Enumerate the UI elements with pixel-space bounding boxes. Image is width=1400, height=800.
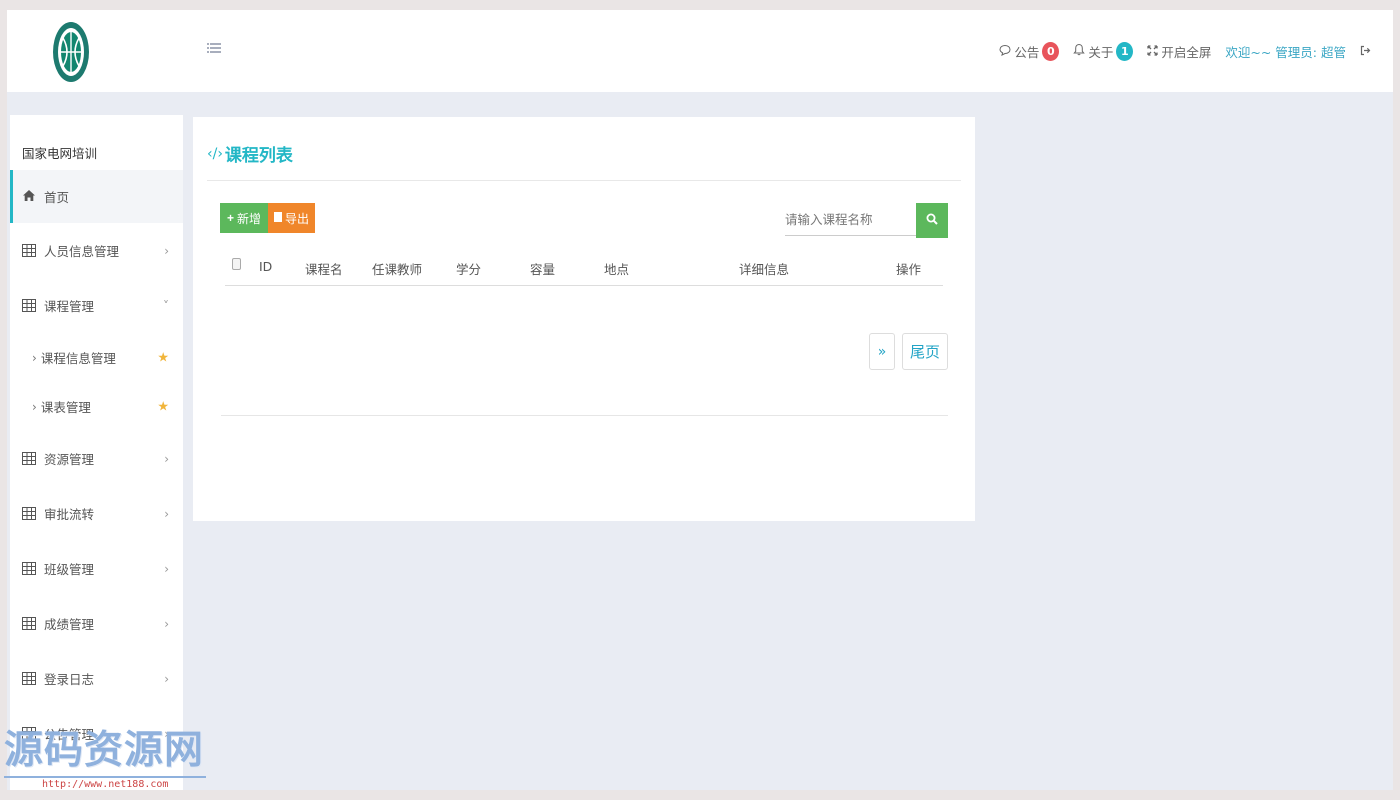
sidebar-item-label: 人员信息管理 <box>44 244 120 259</box>
sidebar-item-home[interactable]: 首页 <box>10 170 183 223</box>
header-actions: 公告 0 关于 1 开启全屏 欢迎~~ 管理员: 超管 <box>999 40 1371 62</box>
chevron-right-icon: › <box>164 561 169 576</box>
column-header[interactable]: 学分 <box>456 259 481 278</box>
star-icon: ★ <box>157 350 169 365</box>
grid-icon <box>22 672 36 685</box>
chevron-right-icon: › <box>164 451 169 466</box>
export-button[interactable]: 导出 <box>268 203 315 233</box>
document-icon <box>273 211 282 225</box>
sidebar-item-class[interactable]: 班级管理 › <box>10 541 183 596</box>
expand-icon <box>1147 44 1159 59</box>
bell-icon <box>1073 43 1086 59</box>
course-list-panel: ‹/› 课程列表 + 新增 导出 ID 课程名 任课教师 学分 容量 <box>193 117 975 521</box>
fullscreen-label: 开启全屏 <box>1161 44 1212 60</box>
column-header[interactable]: 地点 <box>604 259 629 278</box>
sidebar-item-personnel[interactable]: 人员信息管理 › <box>10 223 183 278</box>
about-link[interactable]: 关于 1 <box>1073 41 1134 61</box>
chevron-down-icon: ˅ <box>163 298 169 313</box>
sidebar-item-label: 课程信息管理 <box>40 351 116 366</box>
about-count-badge: 1 <box>1116 41 1134 61</box>
grid-icon <box>22 244 36 257</box>
sidebar-brand: 国家电网培训 <box>22 146 98 161</box>
watermark: 源码资源网 http://www.net188.com <box>4 728 206 790</box>
sidebar-item-label: 课程管理 <box>44 299 95 314</box>
last-page-button[interactable]: 尾页 <box>902 333 948 370</box>
chevron-right-icon: › <box>32 350 37 365</box>
user-welcome[interactable]: 欢迎~~ 管理员: 超管 <box>1225 42 1346 61</box>
add-button[interactable]: + 新增 <box>220 203 268 233</box>
add-button-label: 新增 <box>237 211 262 226</box>
watermark-text: 源码资源网 <box>4 728 205 773</box>
grid-icon <box>22 617 36 630</box>
app-frame: 公告 0 关于 1 开启全屏 欢迎~~ 管理员: 超管 国家电网培训 首页 人员… <box>7 10 1393 790</box>
table-header: ID 课程名 任课教师 学分 容量 地点 详细信息 操作 <box>225 250 943 286</box>
notice-count-badge: 0 <box>1042 41 1060 61</box>
grid-icon <box>22 562 36 575</box>
page-title-text: 课程列表 <box>224 146 293 166</box>
fullscreen-button[interactable]: 开启全屏 <box>1147 42 1211 61</box>
logout-icon <box>1360 44 1371 59</box>
chevron-right-icon: › <box>164 616 169 631</box>
notice-label: 公告 <box>1014 44 1040 60</box>
sidebar: 国家电网培训 首页 人员信息管理 › 课程管理 ˅ › 课程信息管理 ★ › 课… <box>10 115 183 790</box>
menu-toggle-icon[interactable] <box>207 42 221 56</box>
chat-bubble-icon <box>999 44 1011 59</box>
column-header[interactable]: 详细信息 <box>739 259 789 278</box>
sidebar-item-resources[interactable]: 资源管理 › <box>10 431 183 486</box>
chevron-right-icon: › <box>164 506 169 521</box>
chevron-right-icon: › <box>32 399 37 414</box>
column-header[interactable]: ID <box>259 259 272 274</box>
search-button[interactable] <box>916 203 948 238</box>
grid-icon <box>22 507 36 520</box>
notice-link[interactable]: 公告 0 <box>999 41 1060 61</box>
sidebar-item-grades[interactable]: 成绩管理 › <box>10 596 183 651</box>
sidebar-item-login-log[interactable]: 登录日志 › <box>10 651 183 706</box>
sidebar-item-label: 课表管理 <box>40 400 91 415</box>
chevron-right-icon: › <box>164 243 169 258</box>
divider <box>221 415 948 416</box>
search-icon <box>926 213 938 229</box>
sidebar-item-label: 审批流转 <box>44 507 95 522</box>
grid-icon <box>22 452 36 465</box>
select-all-checkbox[interactable] <box>232 258 241 270</box>
top-header: 公告 0 关于 1 开启全屏 欢迎~~ 管理员: 超管 <box>7 10 1393 92</box>
column-header[interactable]: 容量 <box>530 259 555 278</box>
about-label: 关于 <box>1088 44 1114 60</box>
sidebar-item-label: 登录日志 <box>44 672 95 687</box>
watermark-underline <box>4 776 206 778</box>
export-button-label: 导出 <box>284 211 309 226</box>
column-header[interactable]: 任课教师 <box>372 259 422 278</box>
sidebar-subitem-course-info[interactable]: › 课程信息管理 ★ <box>10 333 183 382</box>
sidebar-item-label: 成绩管理 <box>44 617 95 632</box>
home-icon <box>22 189 36 205</box>
course-search-input[interactable] <box>785 203 916 236</box>
plus-icon: + <box>226 211 234 225</box>
welcome-text: 欢迎~~ 管理员: 超管 <box>1225 44 1346 60</box>
chevron-right-icon: › <box>164 671 169 686</box>
company-logo <box>27 16 177 88</box>
sidebar-item-approval[interactable]: 审批流转 › <box>10 486 183 541</box>
watermark-url: http://www.net188.com <box>42 779 169 790</box>
code-icon: ‹/› <box>207 145 223 162</box>
logout-button[interactable] <box>1360 44 1371 59</box>
grid-icon <box>22 299 36 312</box>
sidebar-item-label: 资源管理 <box>44 452 95 467</box>
divider <box>207 180 961 181</box>
sidebar-subitem-schedule[interactable]: › 课表管理 ★ <box>10 382 183 431</box>
column-header[interactable]: 课程名 <box>305 259 343 278</box>
sidebar-item-label: 首页 <box>44 190 70 205</box>
sidebar-item-course[interactable]: 课程管理 ˅ <box>10 278 183 333</box>
star-icon: ★ <box>157 399 169 414</box>
next-page-button[interactable]: » <box>869 333 895 370</box>
column-header[interactable]: 操作 <box>896 259 921 278</box>
page-title: ‹/› 课程列表 <box>207 141 293 167</box>
sidebar-item-label: 班级管理 <box>44 562 95 577</box>
